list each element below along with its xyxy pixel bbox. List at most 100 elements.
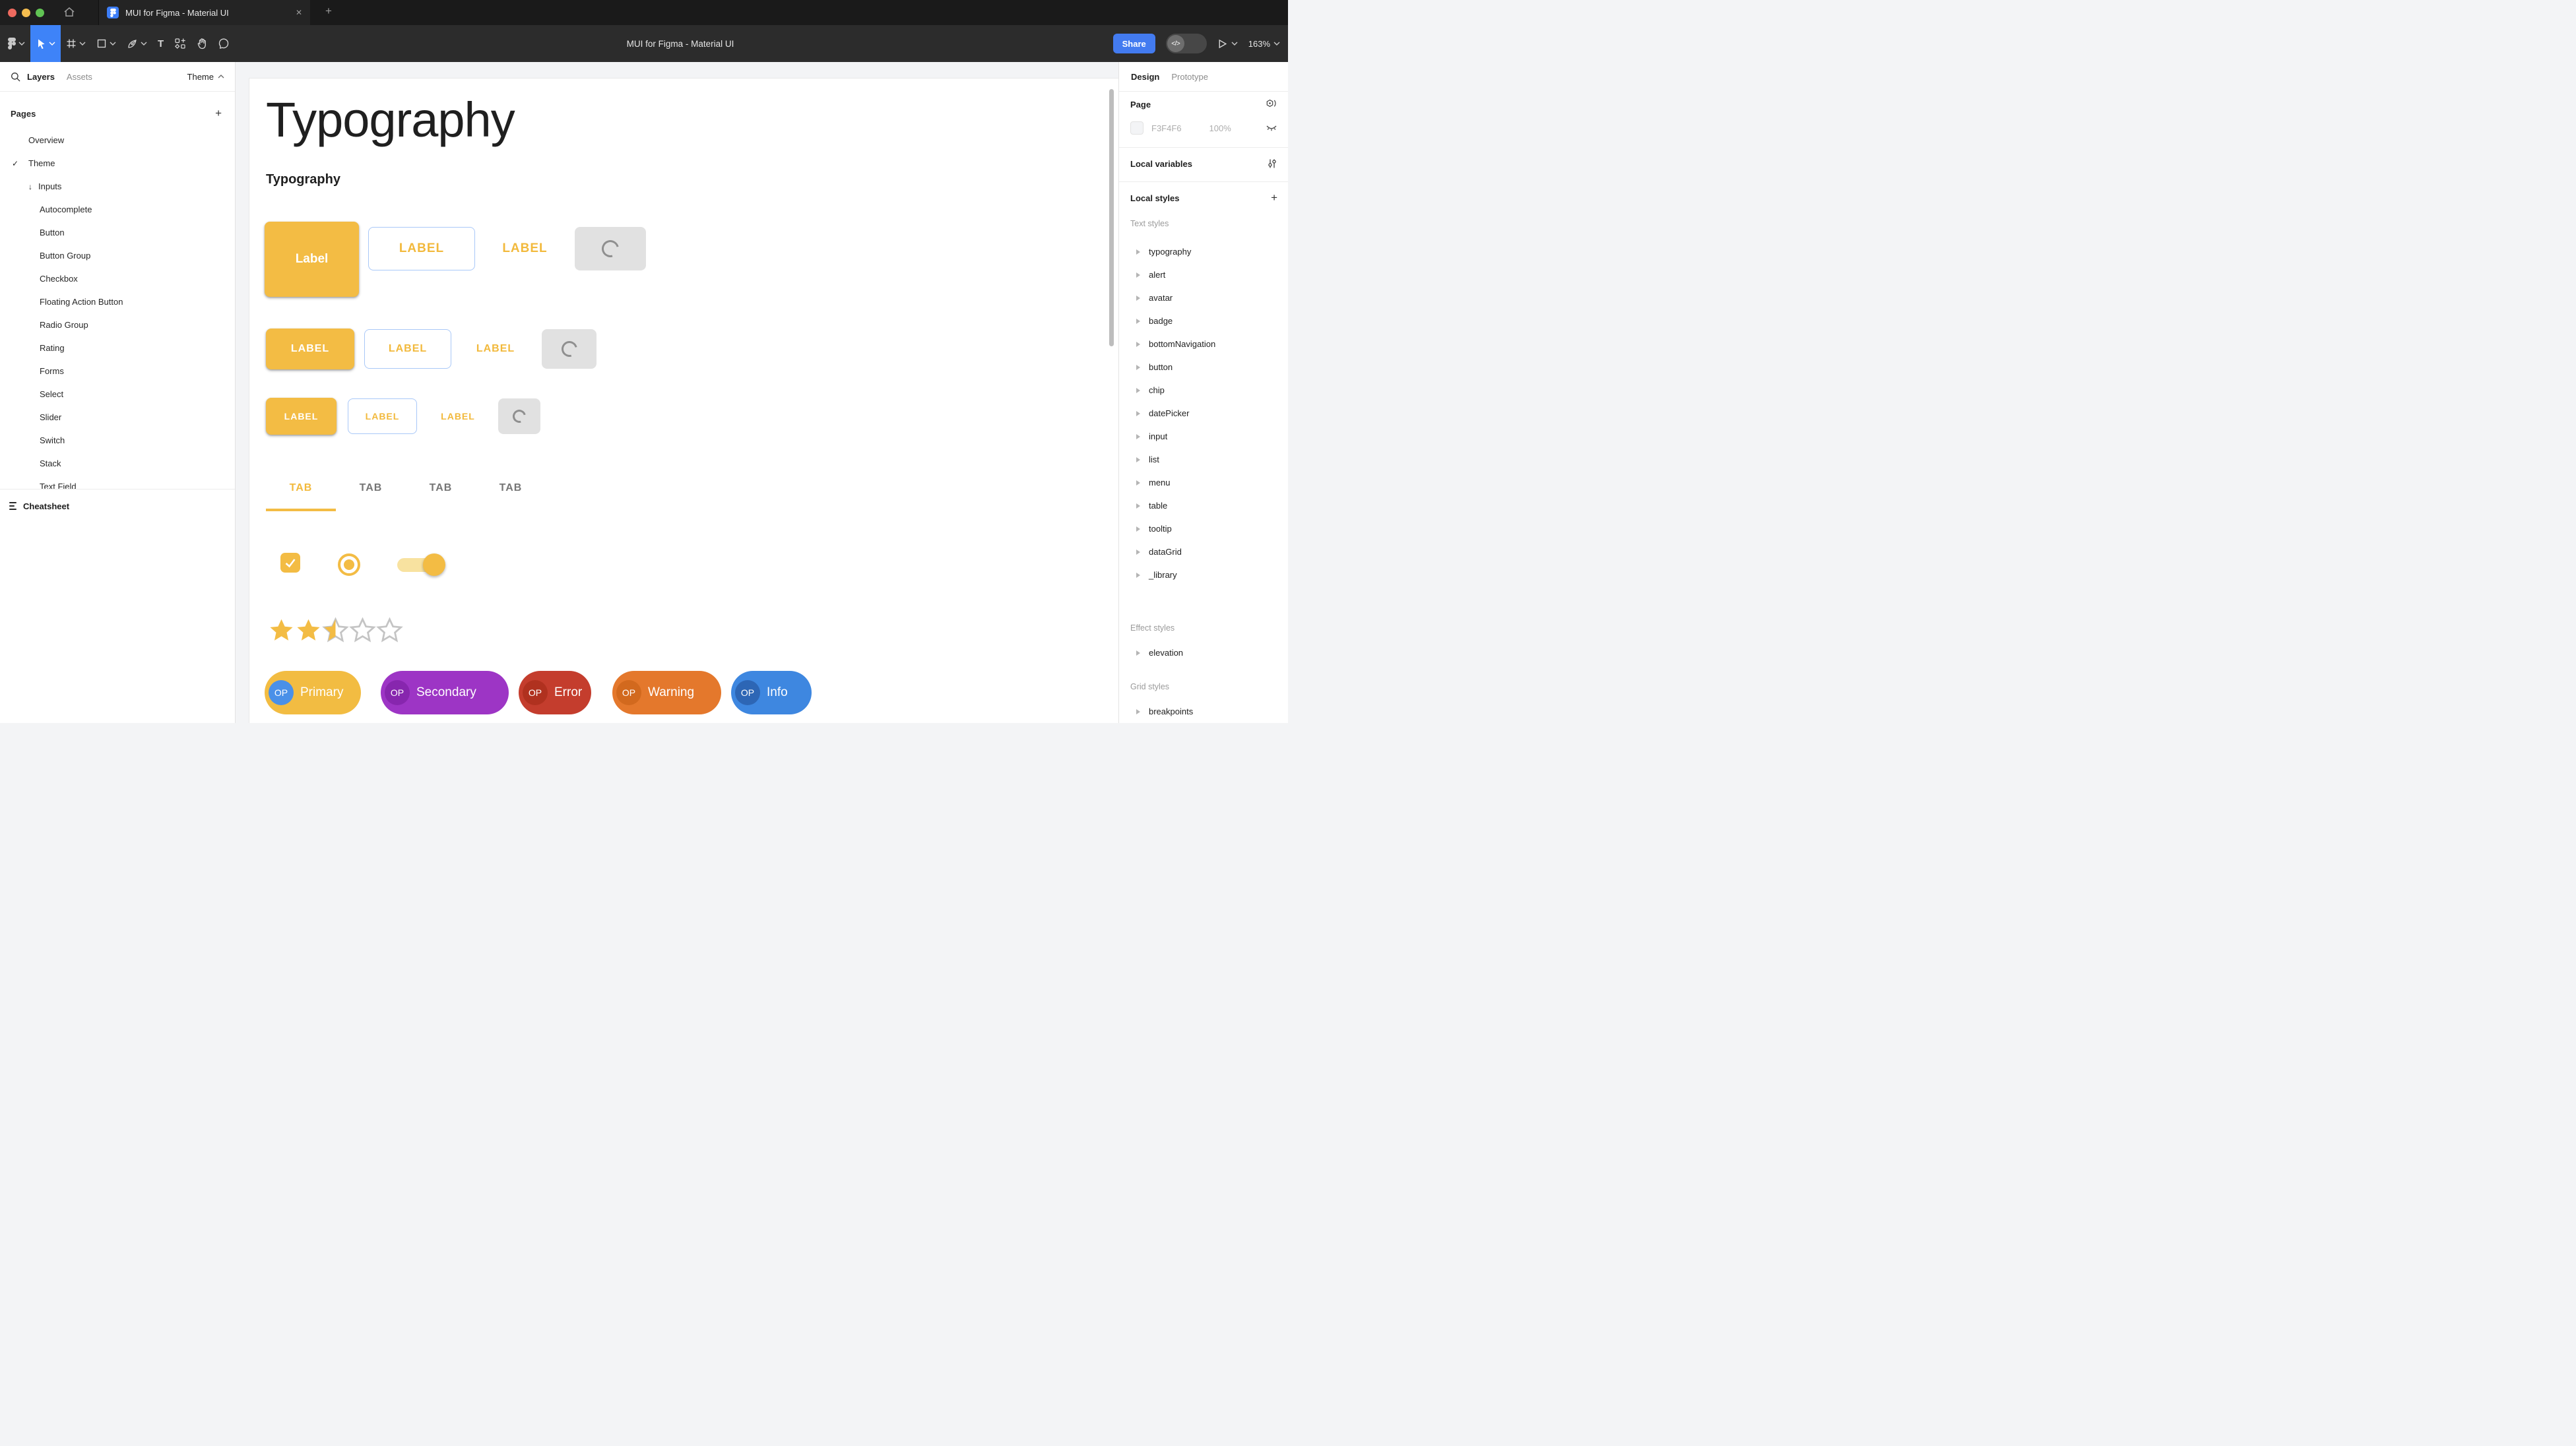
styles-icon[interactable] xyxy=(1266,99,1277,110)
text-style-tooltip[interactable]: tooltip xyxy=(1119,517,1288,540)
avatar: OP xyxy=(616,680,641,705)
close-window-button[interactable] xyxy=(8,9,16,17)
text-button-medium[interactable]: LABEL xyxy=(458,329,533,369)
grid-style-breakpoints[interactable]: breakpoints xyxy=(1119,700,1288,723)
contained-button-small[interactable]: LABEL xyxy=(266,398,337,435)
text-style-datagrid[interactable]: dataGrid xyxy=(1119,540,1288,563)
canvas[interactable]: Typography Typography Label LABEL LABEL … xyxy=(236,62,1118,723)
close-tab-icon[interactable]: ✕ xyxy=(296,8,302,17)
present-button[interactable] xyxy=(1217,39,1238,49)
design-panel: Design Prototype Page F3F4F6 100% Local … xyxy=(1118,62,1288,723)
outlined-button-small[interactable]: LABEL xyxy=(348,398,417,434)
text-style-datepicker[interactable]: datePicker xyxy=(1119,402,1288,425)
zoom-menu[interactable]: 163% xyxy=(1248,39,1280,49)
shape-tool-button[interactable] xyxy=(91,25,121,62)
outlined-button-large[interactable]: LABEL xyxy=(368,227,475,270)
text-style-list[interactable]: list xyxy=(1119,448,1288,471)
mui-tab-1[interactable]: TAB xyxy=(266,469,336,507)
outlined-button-medium[interactable]: LABEL xyxy=(364,329,451,369)
chip-info[interactable]: OP Info xyxy=(731,671,812,714)
rating-2-5-stars[interactable] xyxy=(268,617,403,644)
add-page-button[interactable]: + xyxy=(215,107,222,120)
tab-layers[interactable]: Layers xyxy=(27,72,55,82)
sidebar-page-select[interactable]: Select xyxy=(0,383,235,406)
text-style-input[interactable]: input xyxy=(1119,425,1288,448)
text-style-avatar[interactable]: avatar xyxy=(1119,286,1288,309)
home-icon[interactable] xyxy=(63,7,75,17)
sidebar-page-fab[interactable]: Floating Action Button xyxy=(0,290,235,313)
effect-style-elevation[interactable]: elevation xyxy=(1119,641,1288,664)
eye-closed-icon[interactable] xyxy=(1266,124,1277,133)
sidebar-page-theme[interactable]: ✓Theme xyxy=(0,152,235,175)
file-tab[interactable]: MUI for Figma - Material UI ✕ xyxy=(99,0,310,25)
chip-warning[interactable]: OP Warning xyxy=(612,671,721,714)
text-style-bottomnavigation[interactable]: bottomNavigation xyxy=(1119,332,1288,356)
chip-secondary[interactable]: OP Secondary xyxy=(381,671,509,714)
canvas-h6-subtitle[interactable]: Typography xyxy=(266,172,340,187)
sidebar-page-button-group[interactable]: Button Group xyxy=(0,244,235,267)
text-button-small[interactable]: LABEL xyxy=(425,398,491,434)
contained-button-large[interactable]: Label xyxy=(265,222,359,297)
loading-button-medium[interactable] xyxy=(542,329,596,369)
mui-tab-3[interactable]: TAB xyxy=(406,469,476,507)
sidebar-page-rating[interactable]: Rating xyxy=(0,336,235,360)
text-style-badge[interactable]: badge xyxy=(1119,309,1288,332)
frame-tool-button[interactable] xyxy=(61,25,91,62)
sidebar-page-radio-group[interactable]: Radio Group xyxy=(0,313,235,336)
comment-tool-button[interactable] xyxy=(212,25,235,62)
move-tool-button[interactable] xyxy=(30,25,61,62)
chevron-down-icon xyxy=(18,42,25,46)
text-style-menu[interactable]: menu xyxy=(1119,471,1288,494)
actions-tool-button[interactable] xyxy=(169,25,191,62)
radio-checked[interactable] xyxy=(338,553,360,576)
sidebar-page-slider[interactable]: Slider xyxy=(0,406,235,429)
typography-frame[interactable]: Typography Typography Label LABEL LABEL … xyxy=(249,78,1118,723)
minimize-window-button[interactable] xyxy=(22,9,30,17)
loading-button-large[interactable] xyxy=(575,227,646,270)
canvas-h1-title[interactable]: Typography xyxy=(266,92,515,148)
variables-icon[interactable] xyxy=(1267,158,1277,169)
text-tool-button[interactable]: T xyxy=(152,25,169,62)
text-button-large[interactable]: LABEL xyxy=(487,227,563,270)
loading-button-small[interactable] xyxy=(498,398,540,434)
text-style-button[interactable]: button xyxy=(1119,356,1288,379)
chip-primary[interactable]: OP Primary xyxy=(265,671,361,714)
canvas-scrollbar[interactable] xyxy=(1109,89,1114,346)
sidebar-page-stack[interactable]: Stack xyxy=(0,452,235,475)
switch-on[interactable] xyxy=(397,558,441,572)
text-style-chip[interactable]: chip xyxy=(1119,379,1288,402)
sidebar-page-overview[interactable]: Overview xyxy=(0,129,235,152)
sidebar-page-forms[interactable]: Forms xyxy=(0,360,235,383)
tab-design[interactable]: Design xyxy=(1131,72,1159,82)
contained-button-medium[interactable]: LABEL xyxy=(266,329,354,369)
sidebar-page-button[interactable]: Button xyxy=(0,221,235,244)
sidebar-item-cheatsheet[interactable]: Cheatsheet xyxy=(0,495,235,517)
tab-assets[interactable]: Assets xyxy=(67,72,92,82)
main-menu-button[interactable] xyxy=(3,25,30,62)
page-color-hex[interactable]: F3F4F6 xyxy=(1151,123,1182,133)
text-style-library[interactable]: _library xyxy=(1119,563,1288,586)
mui-tab-2[interactable]: TAB xyxy=(336,469,406,507)
text-style-alert[interactable]: alert xyxy=(1119,263,1288,286)
page-color-swatch[interactable] xyxy=(1130,121,1143,135)
add-style-button[interactable]: + xyxy=(1271,191,1277,204)
hand-tool-button[interactable] xyxy=(191,25,212,62)
fullscreen-window-button[interactable] xyxy=(36,9,44,17)
sidebar-page-autocomplete[interactable]: Autocomplete xyxy=(0,198,235,221)
sidebar-page-inputs[interactable]: ↓Inputs xyxy=(0,175,235,198)
dev-mode-toggle[interactable]: </> xyxy=(1166,34,1207,53)
page-dropdown[interactable]: Theme xyxy=(187,72,224,82)
mui-tab-4[interactable]: TAB xyxy=(476,469,546,507)
page-color-opacity[interactable]: 100% xyxy=(1209,123,1231,133)
tab-prototype[interactable]: Prototype xyxy=(1171,72,1208,82)
checkbox-checked[interactable] xyxy=(280,553,300,573)
text-style-typography[interactable]: typography xyxy=(1119,240,1288,263)
new-tab-button[interactable]: + xyxy=(321,5,337,18)
chip-error[interactable]: OP Error xyxy=(519,671,591,714)
text-style-table[interactable]: table xyxy=(1119,494,1288,517)
sidebar-page-checkbox[interactable]: Checkbox xyxy=(0,267,235,290)
sidebar-page-switch[interactable]: Switch xyxy=(0,429,235,452)
search-icon[interactable] xyxy=(11,72,20,82)
share-button[interactable]: Share xyxy=(1113,34,1155,53)
pen-tool-button[interactable] xyxy=(121,25,152,62)
